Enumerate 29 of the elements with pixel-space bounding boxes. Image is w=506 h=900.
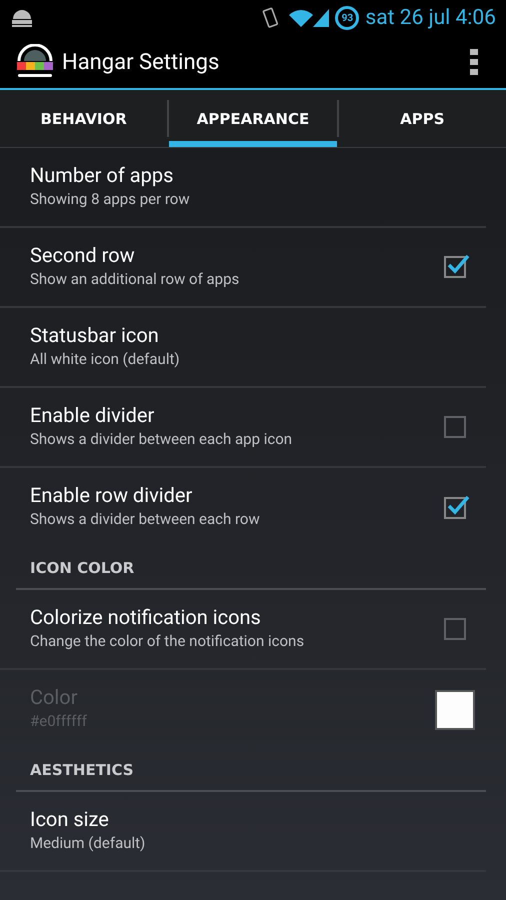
hangar-notification-icon: [10, 9, 34, 27]
battery-badge: 93: [335, 6, 360, 30]
clock: sat 26 jul 4:06: [365, 6, 496, 30]
category-header: ICON COLOR: [16, 548, 486, 590]
tab[interactable]: BEHAVIOR: [0, 90, 168, 147]
preference-title[interactable]: Enable divider: [30, 402, 444, 428]
app-logo-icon: [16, 44, 54, 80]
checkbox[interactable]: [444, 618, 466, 640]
preference-title[interactable]: Icon size: [30, 806, 476, 832]
preference-summary: Shows a divider between each app icon: [30, 429, 294, 450]
preference-title[interactable]: Statusbar icon: [30, 322, 476, 348]
preference-summary: All white icon (default): [30, 349, 181, 370]
overflow-menu-icon[interactable]: [470, 49, 478, 75]
color-swatch[interactable]: [435, 690, 475, 730]
app-title: Hangar Settings: [62, 50, 220, 74]
preference-summary: Showing 8 apps per row: [30, 189, 191, 210]
preference-title[interactable]: Second row: [30, 242, 444, 268]
preference-summary: Change the color of the notification icons: [30, 631, 306, 652]
category-header: AESTHETICS: [16, 750, 486, 792]
wifi-icon: [289, 9, 314, 27]
checkbox[interactable]: [444, 416, 466, 438]
preference-summary: Medium (default): [30, 833, 146, 854]
preference-title[interactable]: Enable row divider: [30, 482, 444, 508]
preference-title[interactable]: Colorize notification icons: [30, 604, 444, 630]
signal-icon: [313, 9, 330, 27]
preference-summary: Show an additional row of apps: [30, 269, 240, 290]
preference-summary: Shows a divider between each row: [30, 509, 261, 530]
tab[interactable]: APPS: [338, 90, 506, 147]
preference-title[interactable]: Number of apps: [30, 162, 476, 188]
